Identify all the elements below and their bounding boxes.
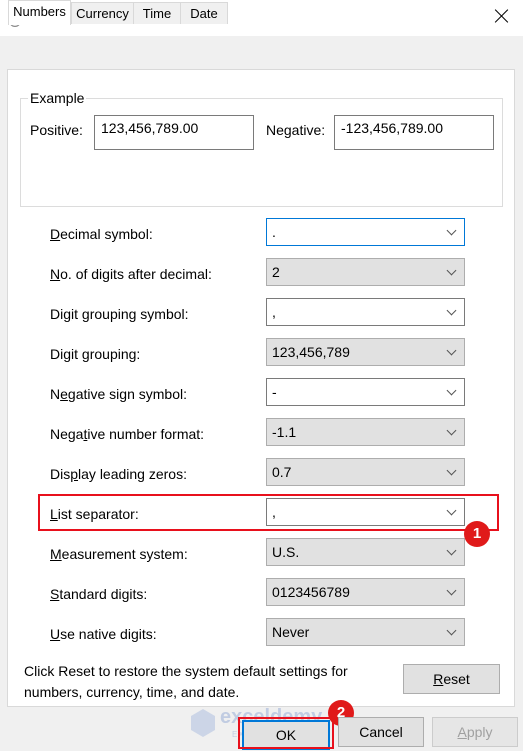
chevron-down-icon [446,465,457,476]
chevron-down-icon [446,345,457,356]
digits-after-decimal-dropdown[interactable]: 2 [266,258,465,286]
label-text: N [50,386,61,402]
chevron-down-icon [446,385,457,396]
watermark-logo-icon [191,709,215,737]
list-separator-dropdown[interactable]: , [266,498,465,526]
negative-number-format-label: Negative number format: [50,426,204,442]
label-text: gative sign symbol: [67,386,187,402]
chevron-down-icon [446,545,457,556]
tab-time[interactable]: Time [133,2,181,24]
accelerator-key: S [50,586,60,602]
accelerator-key: N [50,266,61,282]
label-text: Dis [50,466,71,482]
chevron-down-icon [446,585,457,596]
list-separator-label: List separator: [50,506,139,522]
selected-value: -1.1 [272,424,297,440]
accelerator-key: D [50,226,61,242]
chevron-down-icon [446,625,457,636]
negative-label: Negative: [266,122,326,138]
apply-label: pply [466,724,493,740]
ok-button[interactable]: OK [242,720,330,750]
reset-button[interactable]: Reset [403,664,500,694]
accelerator-key: M [50,546,62,562]
selected-value: , [272,504,276,520]
selected-value: Never [272,624,310,640]
apply-accel: A [457,724,467,740]
label-text: Di [50,306,64,322]
reset-note: Click Reset to restore the system defaul… [24,663,348,700]
negative-example-field: -123,456,789.00 [334,115,494,150]
label-text: tandard digits: [59,586,148,602]
positive-label: Positive: [30,122,83,138]
negative-sign-symbol-label: Negative sign symbol: [50,386,187,402]
digit-grouping-label: Digit grouping: [50,346,140,362]
accelerator-key: L [50,506,58,522]
label-text: o. of digits after decimal: [60,266,212,282]
label-text: it grouping: [71,346,141,362]
standard-digits-dropdown[interactable]: 0123456789 [266,578,465,606]
accelerator-key: g [63,306,72,322]
use-native-digits-label: Use native digits: [50,626,157,642]
example-legend: Example [28,90,87,106]
accelerator-key: U [50,626,61,642]
selected-value: , [272,304,276,320]
measurement-system-dropdown[interactable]: U.S. [266,538,465,566]
digit-grouping-symbol-label: Digit grouping symbol: [50,306,189,322]
label-text: ecimal symbol: [60,226,153,242]
digit-grouping-dropdown[interactable]: 123,456,789 [266,338,465,366]
tab-currency[interactable]: Currency [71,2,134,24]
reset-label: eset [443,671,470,687]
negative-sign-symbol-dropdown[interactable]: - [266,378,465,406]
selected-value: 0.7 [272,464,292,480]
positive-example-field: 123,456,789.00 [94,115,254,150]
display-leading-zeros-label: Display leading zeros: [50,466,187,482]
tab-numbers[interactable]: Numbers [8,0,71,25]
label-text: Di [50,346,64,362]
reset-accel: R [433,671,444,687]
selected-value: - [272,384,277,400]
use-native-digits-dropdown[interactable]: Never [266,618,465,646]
decimal-symbol-label: Decimal symbol: [50,226,153,242]
step-1-badge: 1 [464,521,490,547]
chevron-down-icon [446,505,457,516]
close-icon[interactable] [494,8,510,24]
label-text: se native digits: [60,626,157,642]
decimal-symbol-dropdown[interactable]: . [266,218,465,246]
accelerator-key: g [63,346,72,362]
label-text: it grouping symbol: [71,306,189,322]
measurement-system-label: Measurement system: [50,546,188,562]
chevron-down-icon [446,225,457,236]
chevron-down-icon [446,305,457,316]
tab-date[interactable]: Date [180,2,228,24]
label-text: ive number format: [87,426,205,442]
cancel-button[interactable]: Cancel [338,717,424,747]
chevron-down-icon [446,425,457,436]
apply-button[interactable]: Apply [432,717,518,747]
negative-number-format-dropdown[interactable]: -1.1 [266,418,465,446]
selected-value: 0123456789 [272,584,350,600]
selected-value: . [272,224,276,240]
label-text: lay leading zeros: [78,466,187,482]
label-text: Nega [50,426,84,442]
digits-after-decimal-label: No. of digits after decimal: [50,266,212,282]
selected-value: 123,456,789 [272,344,350,360]
accelerator-key: p [70,466,79,482]
accelerator-key: e [60,386,68,402]
chevron-down-icon [446,265,457,276]
selected-value: U.S. [272,544,300,560]
label-text: easurement system: [61,546,188,562]
digit-grouping-symbol-dropdown[interactable]: , [266,298,465,326]
standard-digits-label: Standard digits: [50,586,147,602]
display-leading-zeros-dropdown[interactable]: 0.7 [266,458,465,486]
selected-value: 2 [272,264,280,280]
label-text: ist separator: [57,506,139,522]
